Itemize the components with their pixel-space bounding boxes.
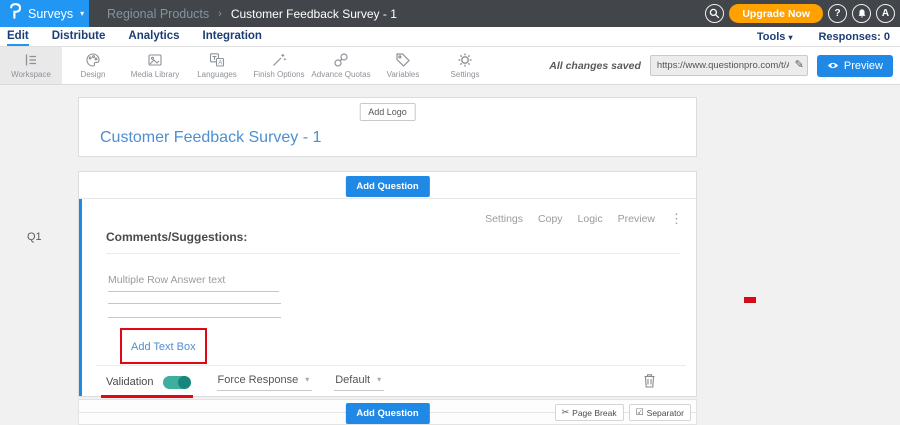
chevron-down-icon: ▾: [377, 375, 381, 384]
question-footer-divider: [96, 365, 686, 366]
toolbar-item-finish-options[interactable]: Finish Options: [248, 47, 310, 84]
links-icon: [333, 52, 349, 68]
surveys-product-menu[interactable]: Surveys ▾: [0, 0, 89, 27]
validation-label: Validation: [106, 376, 154, 388]
top-header-bar: Surveys ▾ Regional Products › Customer F…: [0, 0, 900, 27]
svg-text:A: A: [218, 61, 222, 67]
add-logo-button[interactable]: Add Logo: [359, 103, 416, 121]
validation-toggle[interactable]: [163, 376, 190, 389]
question-text[interactable]: Comments/Suggestions:: [106, 230, 247, 244]
question-text-underline: [106, 253, 680, 254]
eye-icon: [827, 61, 839, 70]
question-card: Settings Copy Logic Preview ⋮ Comments/S…: [79, 199, 696, 396]
toolbar-item-media-library[interactable]: Media Library: [124, 47, 186, 84]
toolbar-item-settings[interactable]: Settings: [434, 47, 496, 84]
survey-header-card: Add Logo Customer Feedback Survey - 1: [78, 97, 697, 157]
tab-edit[interactable]: Edit: [7, 27, 29, 46]
question-settings-link[interactable]: Settings: [485, 213, 523, 225]
question-block: Add Question Settings Copy Logic Preview…: [78, 171, 697, 397]
toolbar-item-design[interactable]: Design: [62, 47, 124, 84]
delete-question-button[interactable]: [643, 373, 656, 391]
tab-integration[interactable]: Integration: [203, 27, 262, 46]
validation-control: Validation: [106, 376, 190, 389]
breadcrumb-current: Customer Feedback Survey - 1: [231, 7, 397, 21]
add-text-box-link[interactable]: Add Text Box: [131, 341, 196, 353]
help-button[interactable]: ?: [828, 4, 847, 23]
upgrade-now-button[interactable]: Upgrade Now: [729, 4, 823, 23]
responses-count-link[interactable]: Responses: 0: [818, 31, 890, 43]
search-button[interactable]: [705, 4, 724, 23]
questionpro-logo-icon: [9, 3, 22, 24]
answer-row-line[interactable]: [108, 303, 281, 304]
force-response-dropdown[interactable]: Force Response ▾: [217, 374, 313, 391]
workspace-icon: [23, 52, 39, 68]
survey-url-box: ✎: [650, 55, 808, 76]
palette-icon: [85, 52, 101, 68]
tab-distribute[interactable]: Distribute: [52, 27, 106, 46]
add-question-strip-top: Add Question: [79, 172, 696, 199]
annotation-red-dash: [744, 297, 756, 303]
breadcrumb: Regional Products › Customer Feedback Su…: [107, 7, 397, 21]
toolbar-item-languages[interactable]: A Languages: [186, 47, 248, 84]
chevron-down-icon: ▾: [788, 33, 792, 42]
breadcrumb-parent[interactable]: Regional Products: [107, 7, 209, 21]
avatar[interactable]: A: [876, 4, 895, 23]
question-number-label: Q1: [27, 231, 42, 243]
question-preview-link[interactable]: Preview: [618, 213, 655, 225]
question-footer-row: Validation Force Response ▾ Default ▾: [106, 371, 684, 393]
annotation-red-underline: [101, 395, 193, 398]
add-question-strip-bottom: Add Question ✂ Page Break ☑ Separator: [78, 399, 697, 425]
scissors-icon: ✂: [562, 407, 570, 418]
question-copy-link[interactable]: Copy: [538, 213, 563, 225]
bell-icon: [856, 7, 868, 20]
survey-editor-canvas: Q1 Add Logo Customer Feedback Survey - 1…: [0, 85, 900, 425]
trash-icon: [643, 373, 656, 388]
survey-main-column: Add Logo Customer Feedback Survey - 1 Ad…: [78, 97, 697, 425]
toolbar-item-advance-quotas[interactable]: Advance Quotas: [310, 47, 372, 84]
save-status-text: All changes saved: [549, 60, 641, 72]
multirow-answer-input[interactable]: Multiple Row Answer text: [108, 274, 279, 292]
question-logic-link[interactable]: Logic: [578, 213, 603, 225]
tag-icon: [395, 52, 411, 68]
chevron-down-icon: ▾: [305, 375, 309, 384]
toolbar-right: All changes saved ✎ Preview: [549, 47, 900, 84]
notifications-button[interactable]: [852, 4, 871, 23]
separator-button[interactable]: ☑ Separator: [629, 404, 691, 421]
chevron-down-icon: ▾: [80, 9, 84, 18]
gear-icon: [457, 52, 473, 68]
header-actions: Upgrade Now ? A: [705, 4, 900, 23]
survey-url-input[interactable]: [650, 55, 808, 76]
question-actions: Settings Copy Logic Preview ⋮: [485, 211, 683, 227]
product-label: Surveys: [28, 7, 73, 21]
more-options-icon[interactable]: ⋮: [670, 211, 683, 227]
search-icon: [709, 8, 720, 19]
magic-wand-icon: [271, 52, 287, 68]
tab-analytics[interactable]: Analytics: [128, 27, 179, 46]
translate-icon: A: [209, 52, 225, 68]
page-break-button[interactable]: ✂ Page Break: [555, 404, 624, 421]
toolbar-item-workspace[interactable]: Workspace: [0, 47, 62, 84]
survey-title[interactable]: Customer Feedback Survey - 1: [100, 129, 321, 147]
section-nav-bar: Edit Distribute Analytics Integration To…: [0, 27, 900, 47]
toggle-knob: [178, 376, 191, 389]
survey-toolbar: Workspace Design Media Library A Languag…: [0, 47, 900, 85]
answer-row-line[interactable]: [108, 317, 281, 318]
preview-button[interactable]: Preview: [817, 55, 893, 77]
page-controls: ✂ Page Break ☑ Separator: [555, 404, 691, 421]
breadcrumb-separator-icon: ›: [218, 8, 222, 20]
add-question-button-bottom[interactable]: Add Question: [345, 403, 429, 424]
validation-default-dropdown[interactable]: Default ▾: [334, 374, 384, 391]
tools-menu[interactable]: Tools ▾: [757, 31, 793, 43]
toolbar-item-variables[interactable]: Variables: [372, 47, 434, 84]
nav-right: Tools ▾ Responses: 0: [757, 27, 900, 46]
checkbox-checked-icon: ☑: [636, 407, 644, 418]
annotation-red-box: Add Text Box: [120, 328, 207, 364]
nav-tabs: Edit Distribute Analytics Integration: [7, 27, 262, 46]
add-question-button-top[interactable]: Add Question: [345, 176, 429, 197]
image-icon: [147, 52, 163, 68]
edit-pencil-icon[interactable]: ✎: [795, 58, 804, 71]
